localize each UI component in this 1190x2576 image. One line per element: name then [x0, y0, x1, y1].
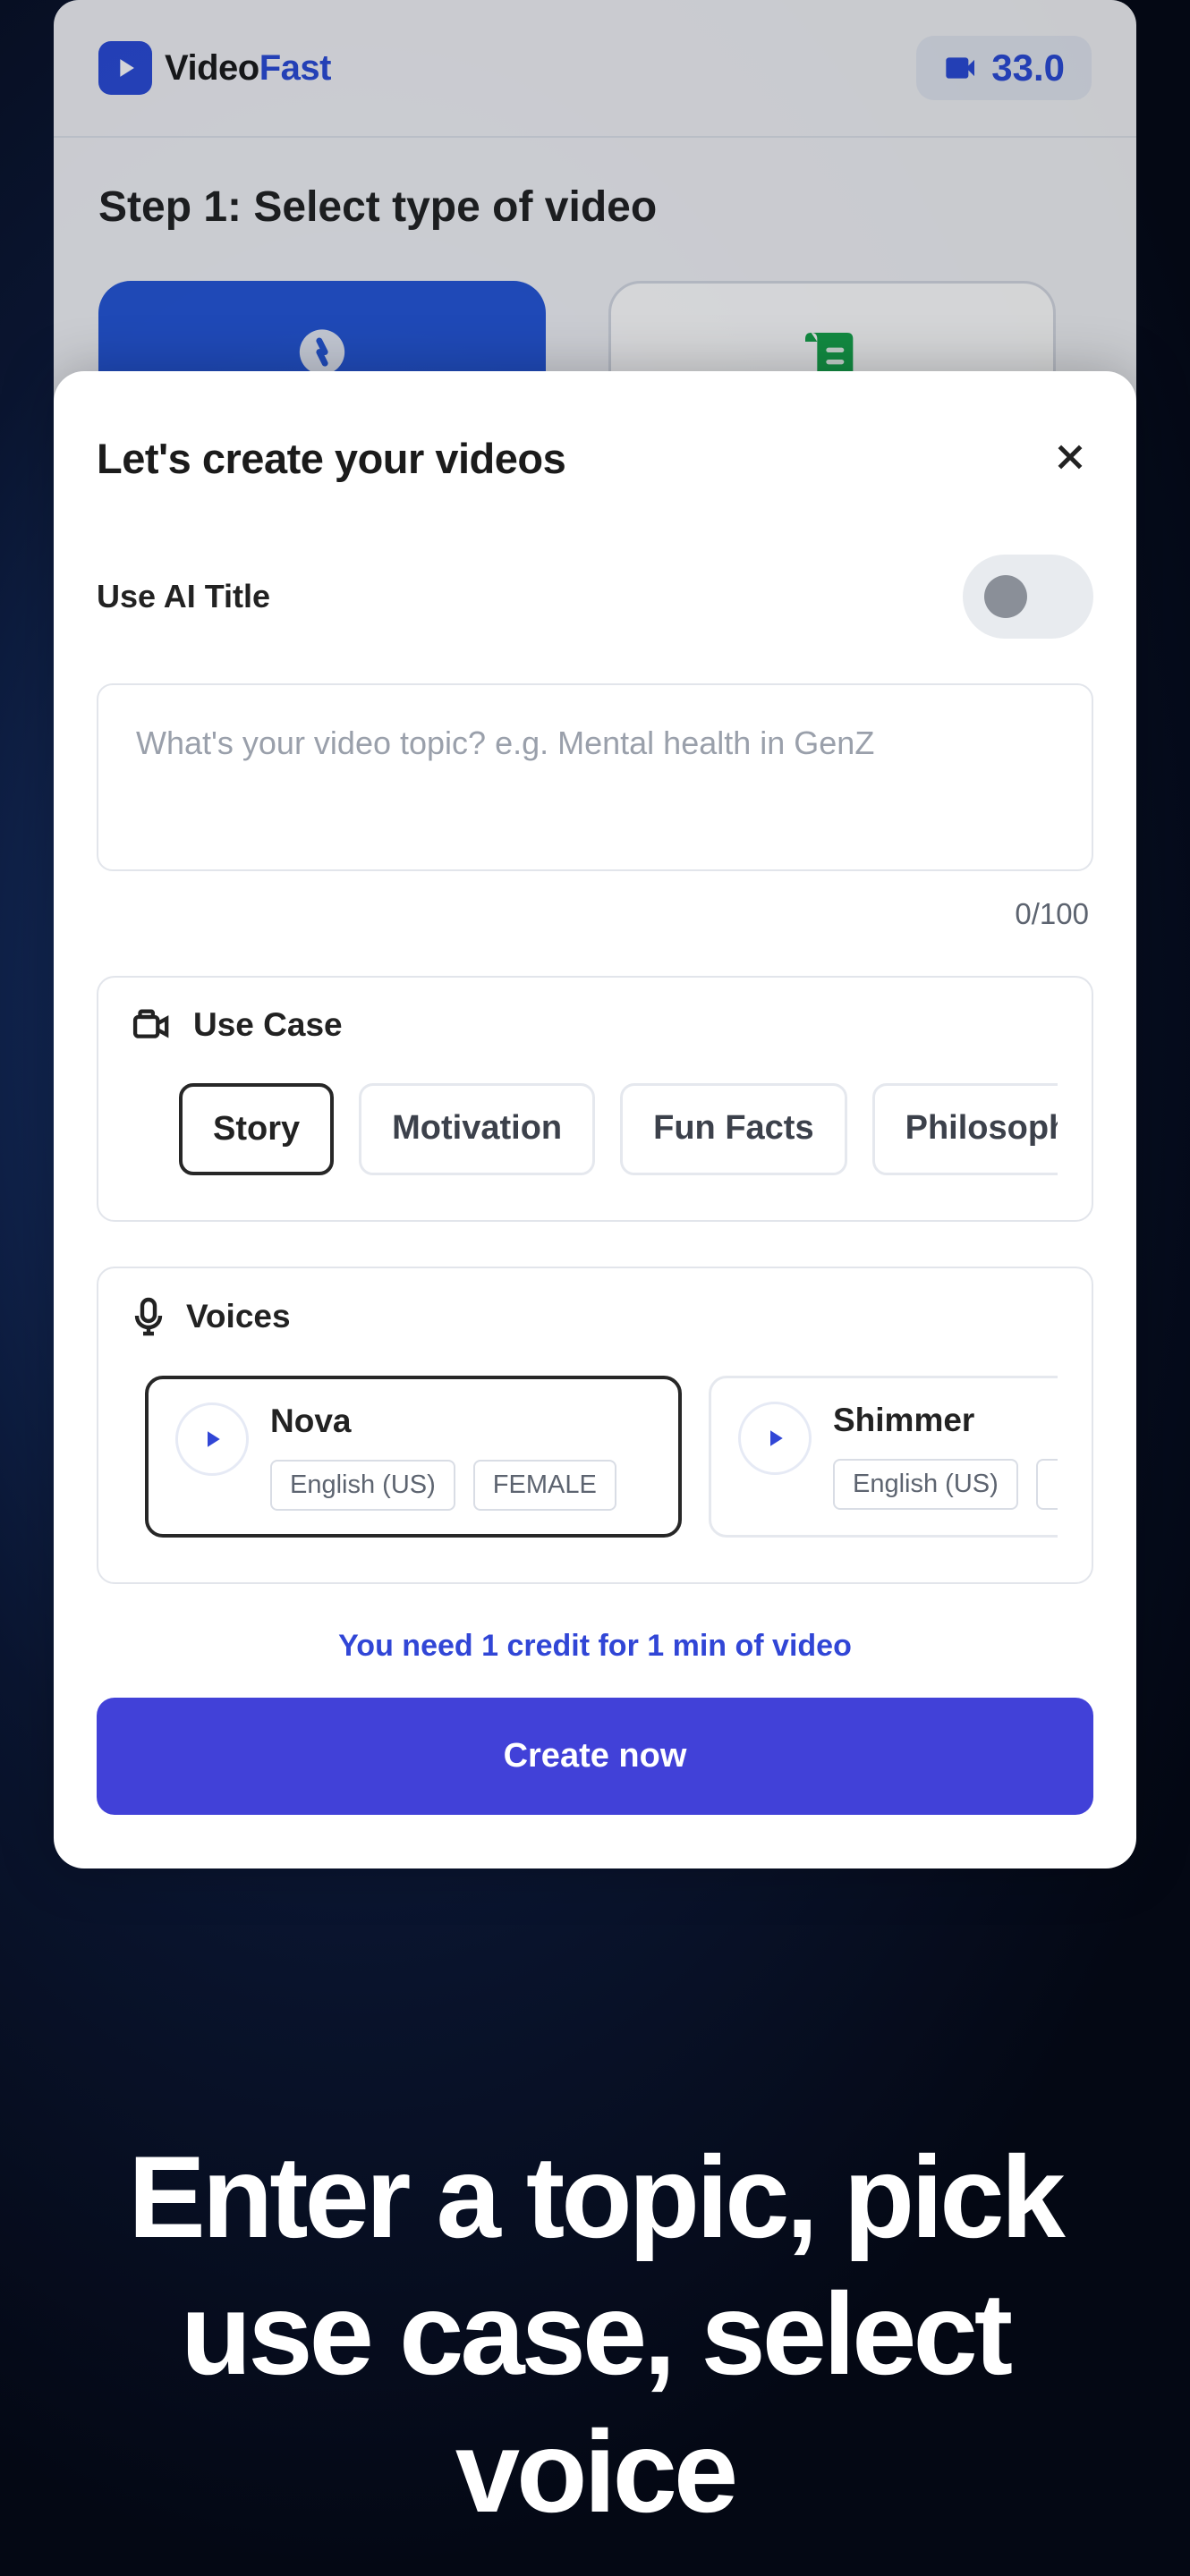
play-button[interactable]: [175, 1402, 249, 1476]
voice-lang-tag: English (US): [270, 1460, 455, 1511]
create-now-button[interactable]: Create now: [97, 1698, 1093, 1815]
use-case-option-motivation[interactable]: Motivation: [359, 1083, 595, 1175]
bg-header: VideoFast 33.0: [98, 36, 1092, 136]
create-video-modal: Let's create your videos Use AI Title 0/…: [54, 371, 1136, 1868]
divider: [54, 136, 1136, 138]
modal-header: Let's create your videos: [97, 434, 1093, 483]
play-button[interactable]: [738, 1402, 812, 1475]
voices-section: Voices Nova English (US) FEMALE: [97, 1267, 1093, 1584]
use-case-option-philosophy[interactable]: Philosoph: [872, 1083, 1058, 1175]
voice-name: Shimmer: [833, 1402, 1058, 1439]
logo-text: VideoFast: [165, 48, 331, 89]
voice-card-nova[interactable]: Nova English (US) FEMALE: [145, 1376, 682, 1538]
camera-icon: [943, 50, 979, 86]
credits-pill: 33.0: [916, 36, 1092, 100]
voice-info: Nova English (US) FEMALE: [270, 1402, 616, 1511]
use-case-section: Use Case Story Motivation Fun Facts Phil…: [97, 976, 1093, 1222]
topic-input[interactable]: [97, 683, 1093, 871]
voice-gender-tag: FEMALE: [473, 1460, 616, 1511]
step-title: Step 1: Select type of video: [98, 182, 1092, 232]
app-logo: VideoFast: [98, 41, 331, 95]
voices-title: Voices: [186, 1298, 291, 1335]
voice-lang-tag: English (US): [833, 1459, 1018, 1510]
modal-title: Let's create your videos: [97, 434, 565, 483]
use-case-title: Use Case: [193, 1006, 343, 1044]
use-case-option-story[interactable]: Story: [179, 1083, 334, 1175]
use-case-option-fun-facts[interactable]: Fun Facts: [620, 1083, 846, 1175]
voice-tags: English (US) FEMALE: [270, 1460, 616, 1511]
voice-card-shimmer[interactable]: Shimmer English (US) FE: [709, 1376, 1058, 1538]
use-case-head: Use Case: [132, 1006, 1058, 1044]
toggle-knob: [984, 575, 1027, 618]
voices-head: Voices: [132, 1297, 1058, 1336]
camera-icon: [132, 1009, 172, 1041]
char-count: 0/100: [97, 897, 1089, 931]
voice-options: Nova English (US) FEMALE Shimmer English…: [132, 1376, 1058, 1538]
hero-section: Enter a topic, pick use case, select voi…: [0, 2129, 1190, 2540]
credits-value: 33.0: [991, 47, 1065, 89]
logo-icon: [98, 41, 152, 95]
voice-tags: English (US) FE: [833, 1459, 1058, 1510]
play-icon: [761, 1425, 788, 1452]
ai-title-label: Use AI Title: [97, 578, 270, 615]
hero-text: Enter a topic, pick use case, select voi…: [107, 2129, 1083, 2540]
credit-note: You need 1 credit for 1 min of video: [97, 1629, 1093, 1664]
voice-info: Shimmer English (US) FE: [833, 1402, 1058, 1510]
ai-title-toggle[interactable]: [963, 555, 1093, 639]
close-button[interactable]: [1047, 434, 1093, 483]
close-icon: [1052, 439, 1088, 475]
voice-gender-tag: FE: [1036, 1459, 1058, 1510]
ai-title-row: Use AI Title: [97, 555, 1093, 639]
voice-name: Nova: [270, 1402, 616, 1440]
microphone-icon: [132, 1297, 165, 1336]
use-case-options: Story Motivation Fun Facts Philosoph: [132, 1083, 1058, 1175]
play-icon: [199, 1426, 225, 1453]
